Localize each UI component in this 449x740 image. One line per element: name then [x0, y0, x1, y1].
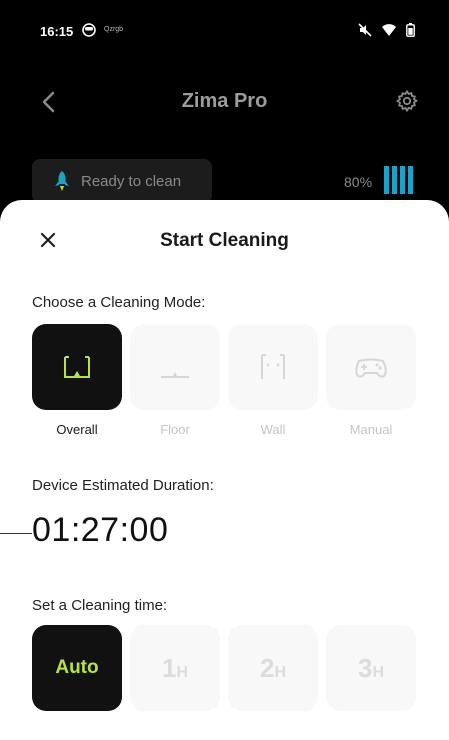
status-carrier: Qzrgb: [104, 26, 124, 33]
battery-bar: [400, 166, 405, 194]
estimated-duration-value: 01:27:00: [32, 511, 169, 549]
time-section-label: Set a Cleaning time:: [32, 597, 168, 614]
page-title: Zima Pro: [181, 90, 268, 112]
time-2h-number: 2: [259, 653, 275, 683]
wall-mode-icon: [261, 354, 285, 379]
mode-label-wall: Wall: [260, 422, 286, 437]
mode-section-label: Choose a Cleaning Mode:: [32, 294, 206, 311]
gear-icon[interactable]: [395, 89, 419, 113]
battery-bar: [408, 166, 413, 194]
time-2h-unit: H: [274, 664, 287, 681]
status-time: 16:15: [40, 24, 74, 39]
time-1h-number: 1: [161, 653, 177, 683]
mode-label-manual: Manual: [349, 422, 393, 437]
time-1h-button[interactable]: 1H: [130, 625, 220, 711]
rocket-icon: [55, 171, 69, 191]
wifi-icon: [382, 24, 396, 36]
sheet-title: Start Cleaning: [160, 230, 289, 251]
device-status-pill: Ready to clean: [32, 159, 212, 203]
time-3h-number: 3: [357, 653, 373, 683]
mode-overall-button[interactable]: [32, 324, 122, 410]
app-header: Zima Pro: [0, 80, 449, 124]
time-3h-button[interactable]: 3H: [326, 625, 416, 711]
time-1h-unit: H: [176, 664, 189, 681]
app-notification-icon: [82, 23, 96, 37]
mode-manual-button[interactable]: [326, 324, 416, 410]
mute-icon: [358, 23, 372, 37]
mode-label-floor: Floor: [160, 422, 190, 437]
mode-label-overall: Overall: [56, 422, 98, 437]
battery-bar: [384, 166, 389, 194]
floor-mode-icon: [161, 372, 189, 378]
mode-floor-button[interactable]: [130, 324, 220, 410]
gamepad-icon: [355, 358, 387, 378]
battery-bar: [392, 166, 397, 194]
battery-status-icon: [406, 23, 415, 37]
mode-wall-button[interactable]: [228, 324, 318, 410]
time-3h-unit: H: [372, 664, 385, 681]
time-2h-button[interactable]: 2H: [228, 625, 318, 711]
duration-indicator-line: [0, 533, 32, 534]
time-auto-button[interactable]: Auto: [32, 625, 122, 711]
status-icons: [358, 23, 415, 37]
battery-percentage: 80%: [344, 174, 373, 190]
duration-section-label: Device Estimated Duration:: [32, 477, 214, 494]
time-auto-label: Auto: [55, 657, 99, 678]
overall-mode-icon: [64, 356, 90, 378]
device-status-text: Ready to clean: [81, 173, 182, 190]
start-cleaning-sheet: Start Cleaning Choose a Cleaning Mode: O…: [0, 200, 449, 740]
status-bar: 16:15 Qzrgb: [0, 0, 449, 60]
battery-level-icon: [384, 166, 413, 194]
